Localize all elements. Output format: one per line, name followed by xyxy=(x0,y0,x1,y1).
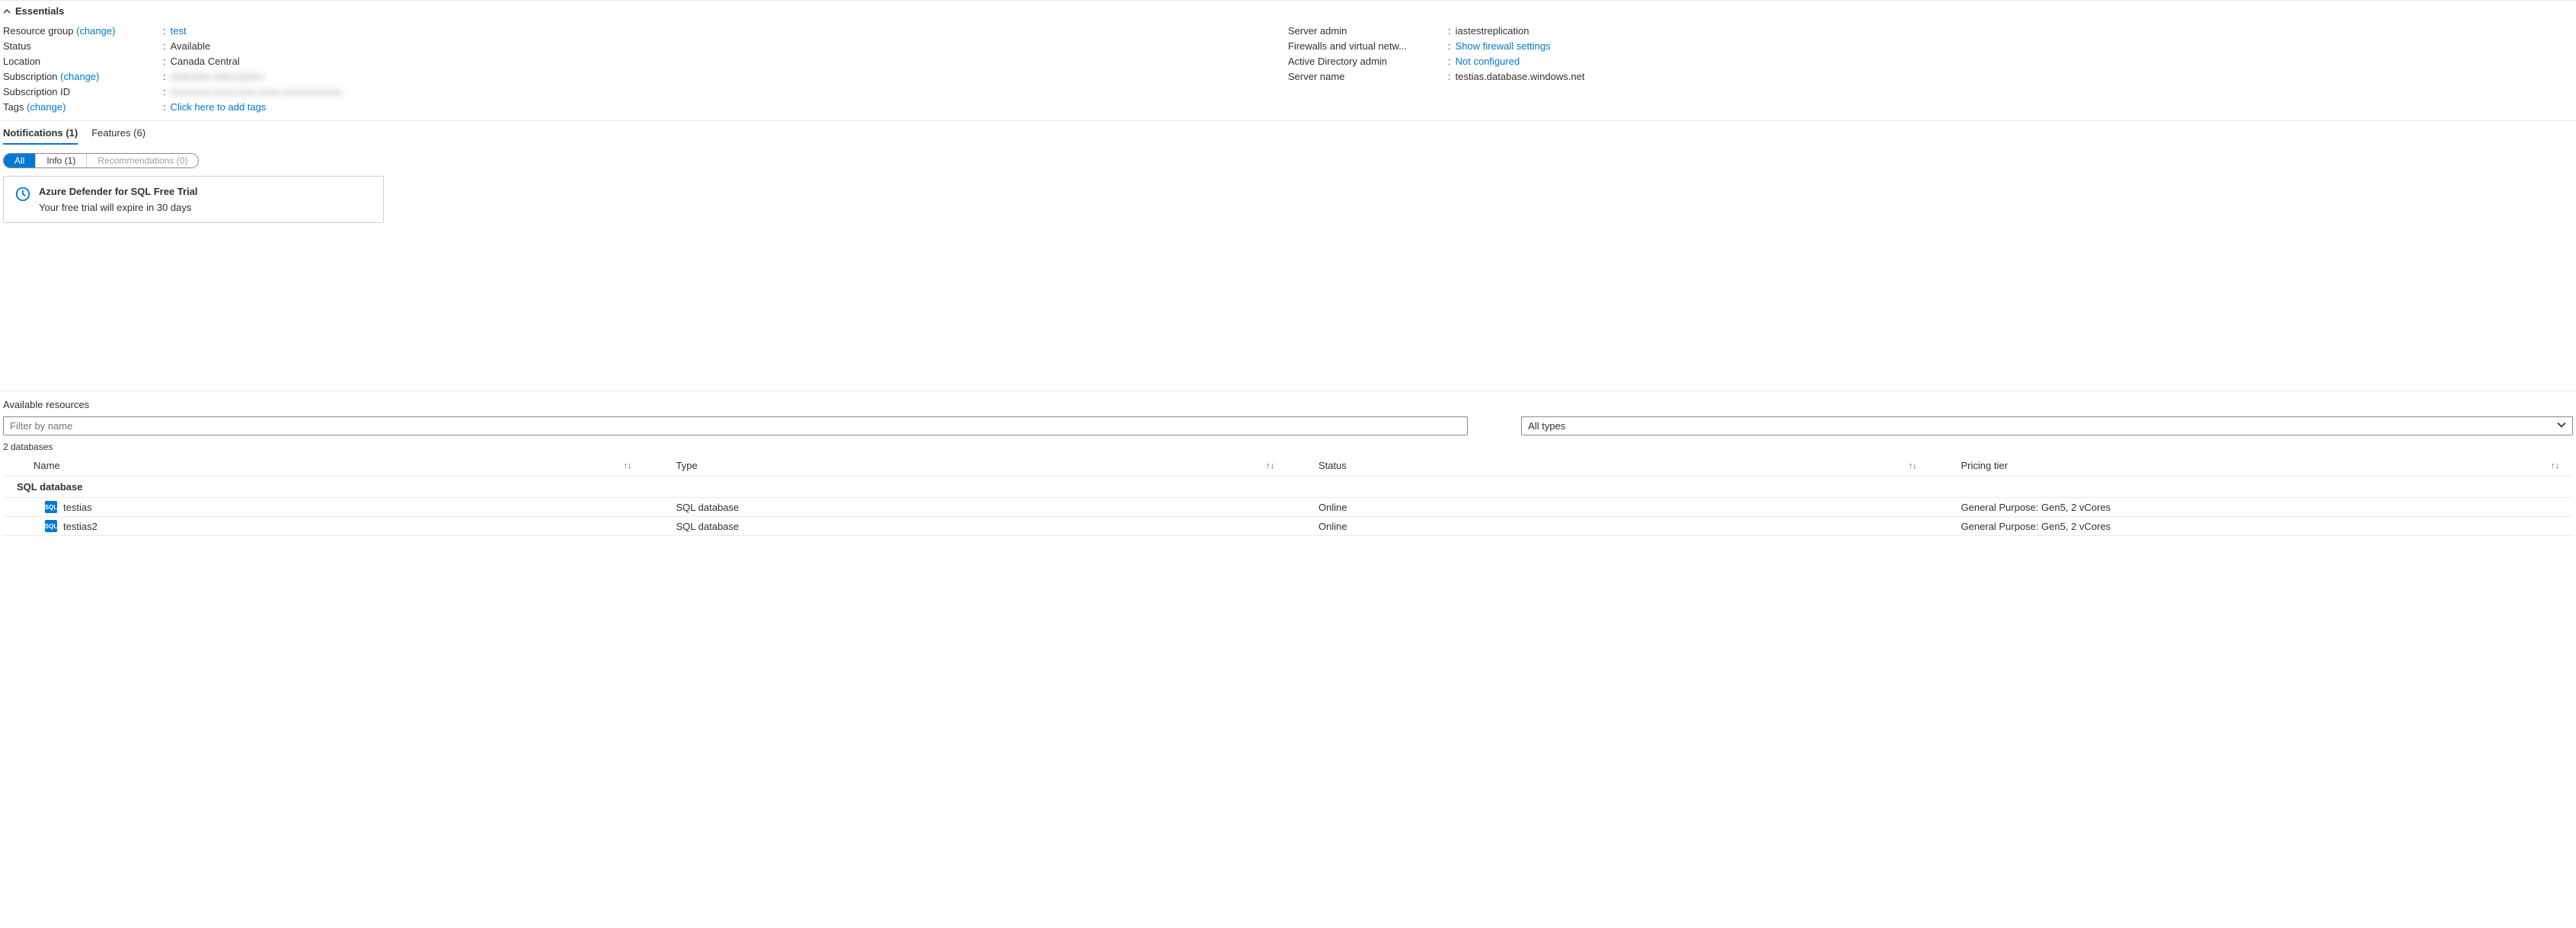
essentials-section: Essentials Resource group (change) : tes… xyxy=(0,0,2576,121)
row-status-cell: Online xyxy=(1288,521,1931,532)
resource-group-value[interactable]: test xyxy=(171,25,187,37)
sort-icon: ↑↓ xyxy=(624,461,632,470)
notification-text: Your free trial will expire in 30 days xyxy=(39,202,198,213)
database-link[interactable]: testias xyxy=(63,502,92,513)
tags-add-link[interactable]: Click here to add tags xyxy=(171,101,267,113)
filter-input-wrapper xyxy=(3,416,1468,435)
row-type-cell: SQL database xyxy=(646,502,1289,513)
tags-label: Tags (change) xyxy=(3,101,163,113)
header-pricing[interactable]: Pricing tier ↑↓ xyxy=(1931,460,2574,471)
resources-section: Available resources All types 2 database… xyxy=(0,391,2576,536)
chevron-down-icon xyxy=(2557,420,2566,432)
server-admin-value: iastestreplication xyxy=(1456,25,1529,37)
header-name[interactable]: Name ↑↓ xyxy=(3,460,646,471)
row-name-cell: SQL testias2 xyxy=(3,520,646,532)
header-type[interactable]: Type ↑↓ xyxy=(646,460,1289,471)
subscription-value[interactable]: redacted subscription xyxy=(171,71,265,82)
pill-info[interactable]: Info (1) xyxy=(36,154,87,167)
ad-admin-value[interactable]: Not configured xyxy=(1456,56,1520,67)
server-name-value: testias.database.windows.net xyxy=(1456,71,1585,82)
header-status[interactable]: Status ↑↓ xyxy=(1288,460,1931,471)
essentials-left-column: Resource group (change) : test Status : … xyxy=(3,23,1288,114)
subscription-id-label: Subscription ID xyxy=(3,86,163,97)
notification-title: Azure Defender for SQL Free Trial xyxy=(39,186,198,197)
tab-notifications[interactable]: Notifications (1) xyxy=(3,127,78,145)
firewall-settings-link[interactable]: Show firewall settings xyxy=(1456,40,1551,52)
ad-admin-label: Active Directory admin xyxy=(1288,56,1448,67)
resources-title: Available resources xyxy=(3,399,2573,410)
server-admin-label: Server admin xyxy=(1288,25,1448,37)
essentials-body: Resource group (change) : test Status : … xyxy=(0,21,2576,120)
resource-group-change-link[interactable]: (change) xyxy=(76,25,115,37)
table-row[interactable]: SQL testias2 SQL database Online General… xyxy=(3,517,2573,536)
essentials-toggle[interactable]: Essentials xyxy=(0,1,2576,21)
tags-change-link[interactable]: (change) xyxy=(27,101,66,113)
type-select-dropdown[interactable]: All types xyxy=(1521,416,2573,435)
essentials-right-column: Server admin : iastestreplication Firewa… xyxy=(1288,23,2573,114)
server-name-label: Server name xyxy=(1288,71,1448,82)
chevron-up-icon xyxy=(3,8,11,15)
sort-icon: ↑↓ xyxy=(1909,461,1917,470)
row-status-cell: Online xyxy=(1288,502,1931,513)
row-name-cell: SQL testias xyxy=(3,501,646,513)
notification-body: Azure Defender for SQL Free Trial Your f… xyxy=(39,186,198,213)
row-pricing-cell: General Purpose: Gen5, 2 vCores xyxy=(1931,521,2574,532)
location-value: Canada Central xyxy=(171,56,240,67)
status-value: Available xyxy=(171,40,211,52)
resource-group-label: Resource group (change) xyxy=(3,25,163,37)
status-label: Status xyxy=(3,40,163,52)
location-label: Location xyxy=(3,56,163,67)
resources-filter-row: All types xyxy=(3,416,2573,435)
notification-filter-pills: All Info (1) Recommendations (0) xyxy=(3,153,199,168)
subscription-id-value: xxxxxxxx-xxxx-xxxx-xxxx-xxxxxxxxxxxx xyxy=(171,86,342,97)
essentials-title: Essentials xyxy=(15,5,64,17)
filter-by-name-input[interactable] xyxy=(3,416,1468,435)
type-select-value: All types xyxy=(1528,420,1565,432)
pill-all[interactable]: All xyxy=(4,154,36,167)
row-pricing-cell: General Purpose: Gen5, 2 vCores xyxy=(1931,502,2574,513)
resources-grid-header: Name ↑↓ Type ↑↓ Status ↑↓ Pricing tier ↑… xyxy=(3,455,2573,477)
sql-database-icon: SQL xyxy=(45,501,57,513)
clock-icon xyxy=(14,186,31,213)
notification-card[interactable]: Azure Defender for SQL Free Trial Your f… xyxy=(3,176,384,223)
tab-features[interactable]: Features (6) xyxy=(91,127,145,145)
group-header-sql-database: SQL database xyxy=(3,477,2573,498)
spacer xyxy=(0,223,2576,391)
resources-count: 2 databases xyxy=(3,442,2573,452)
table-row[interactable]: SQL testias SQL database Online General … xyxy=(3,498,2573,517)
sql-database-icon: SQL xyxy=(45,520,57,532)
sort-icon: ↑↓ xyxy=(2551,461,2559,470)
sort-icon: ↑↓ xyxy=(1266,461,1274,470)
database-link[interactable]: testias2 xyxy=(63,521,97,532)
pill-recommendations[interactable]: Recommendations (0) xyxy=(87,154,198,167)
firewall-label: Firewalls and virtual netw... xyxy=(1288,40,1448,52)
subscription-label: Subscription (change) xyxy=(3,71,163,82)
content-tabs: Notifications (1) Features (6) xyxy=(0,121,2576,145)
subscription-change-link[interactable]: (change) xyxy=(60,71,99,82)
row-type-cell: SQL database xyxy=(646,521,1289,532)
